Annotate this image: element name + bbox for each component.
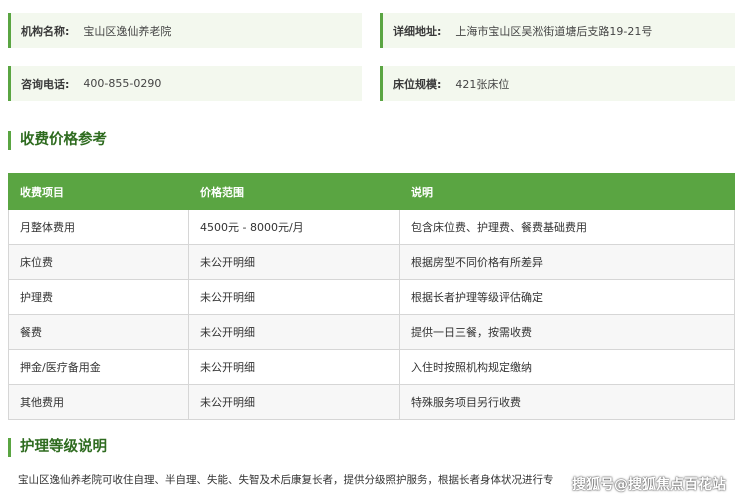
table-cell: 入住时按照机构规定缴纳 — [399, 349, 735, 385]
table-cell: 未公开明细 — [188, 314, 400, 350]
watermark: 搜狐号@搜狐焦点百花站 — [572, 477, 726, 493]
phone-value: 400-855-0290 — [83, 77, 162, 90]
info-label: 详细地址: — [393, 24, 442, 38]
section-title-price: 收费价格参考 — [8, 131, 107, 150]
table-cell: 特殊服务项目另行收费 — [399, 384, 735, 420]
table-cell: 4500元 - 8000元/月 — [188, 209, 400, 245]
column-header: 说明 — [399, 173, 735, 210]
info-label: 咨询电话: — [21, 77, 70, 91]
table-cell: 未公开明细 — [188, 349, 400, 385]
table-cell: 床位费 — [8, 244, 189, 280]
info-card-beds: 床位规模: 421张床位 — [380, 66, 735, 101]
info-label: 机构名称: — [21, 24, 70, 38]
price-table: 收费项目 价格范围 说明 月整体费用 4500元 - 8000元/月 包含床位费… — [8, 173, 735, 420]
table-cell: 护理费 — [8, 279, 189, 315]
institution-name: 宝山区逸仙养老院 — [83, 24, 172, 38]
table-row: 其他费用 未公开明细 特殊服务项目另行收费 — [8, 384, 735, 420]
section-title-care: 护理等级说明 — [8, 438, 107, 457]
beds-value: 421张床位 — [455, 77, 510, 91]
table-cell: 未公开明细 — [188, 384, 400, 420]
table-cell: 餐费 — [8, 314, 189, 350]
table-cell: 未公开明细 — [188, 279, 400, 315]
table-cell: 根据长者护理等级评估确定 — [399, 279, 735, 315]
table-row: 护理费 未公开明细 根据长者护理等级评估确定 — [8, 279, 735, 315]
table-cell: 根据房型不同价格有所差异 — [399, 244, 735, 280]
table-cell: 提供一日三餐，按需收费 — [399, 314, 735, 350]
table-cell: 包含床位费、护理费、餐费基础费用 — [399, 209, 735, 245]
table-cell: 月整体费用 — [8, 209, 189, 245]
column-header: 收费项目 — [8, 173, 189, 210]
table-cell: 其他费用 — [8, 384, 189, 420]
table-row: 床位费 未公开明细 根据房型不同价格有所差异 — [8, 244, 735, 280]
table-cell: 押金/医疗备用金 — [8, 349, 189, 385]
table-row: 押金/医疗备用金 未公开明细 入住时按照机构规定缴纳 — [8, 349, 735, 385]
table-header-row: 收费项目 价格范围 说明 — [8, 173, 735, 210]
info-card-address: 详细地址: 上海市宝山区吴淞街道塘后支路19-21号 — [380, 13, 735, 48]
table-row: 餐费 未公开明细 提供一日三餐，按需收费 — [8, 314, 735, 350]
info-label: 床位规模: — [393, 77, 442, 91]
table-cell: 未公开明细 — [188, 244, 400, 280]
address-value: 上海市宝山区吴淞街道塘后支路19-21号 — [455, 24, 653, 38]
table-row: 月整体费用 4500元 - 8000元/月 包含床位费、护理费、餐费基础费用 — [8, 209, 735, 245]
column-header: 价格范围 — [188, 173, 400, 210]
info-card-phone: 咨询电话: 400-855-0290 — [8, 66, 362, 101]
info-card-name: 机构名称: 宝山区逸仙养老院 — [8, 13, 362, 48]
